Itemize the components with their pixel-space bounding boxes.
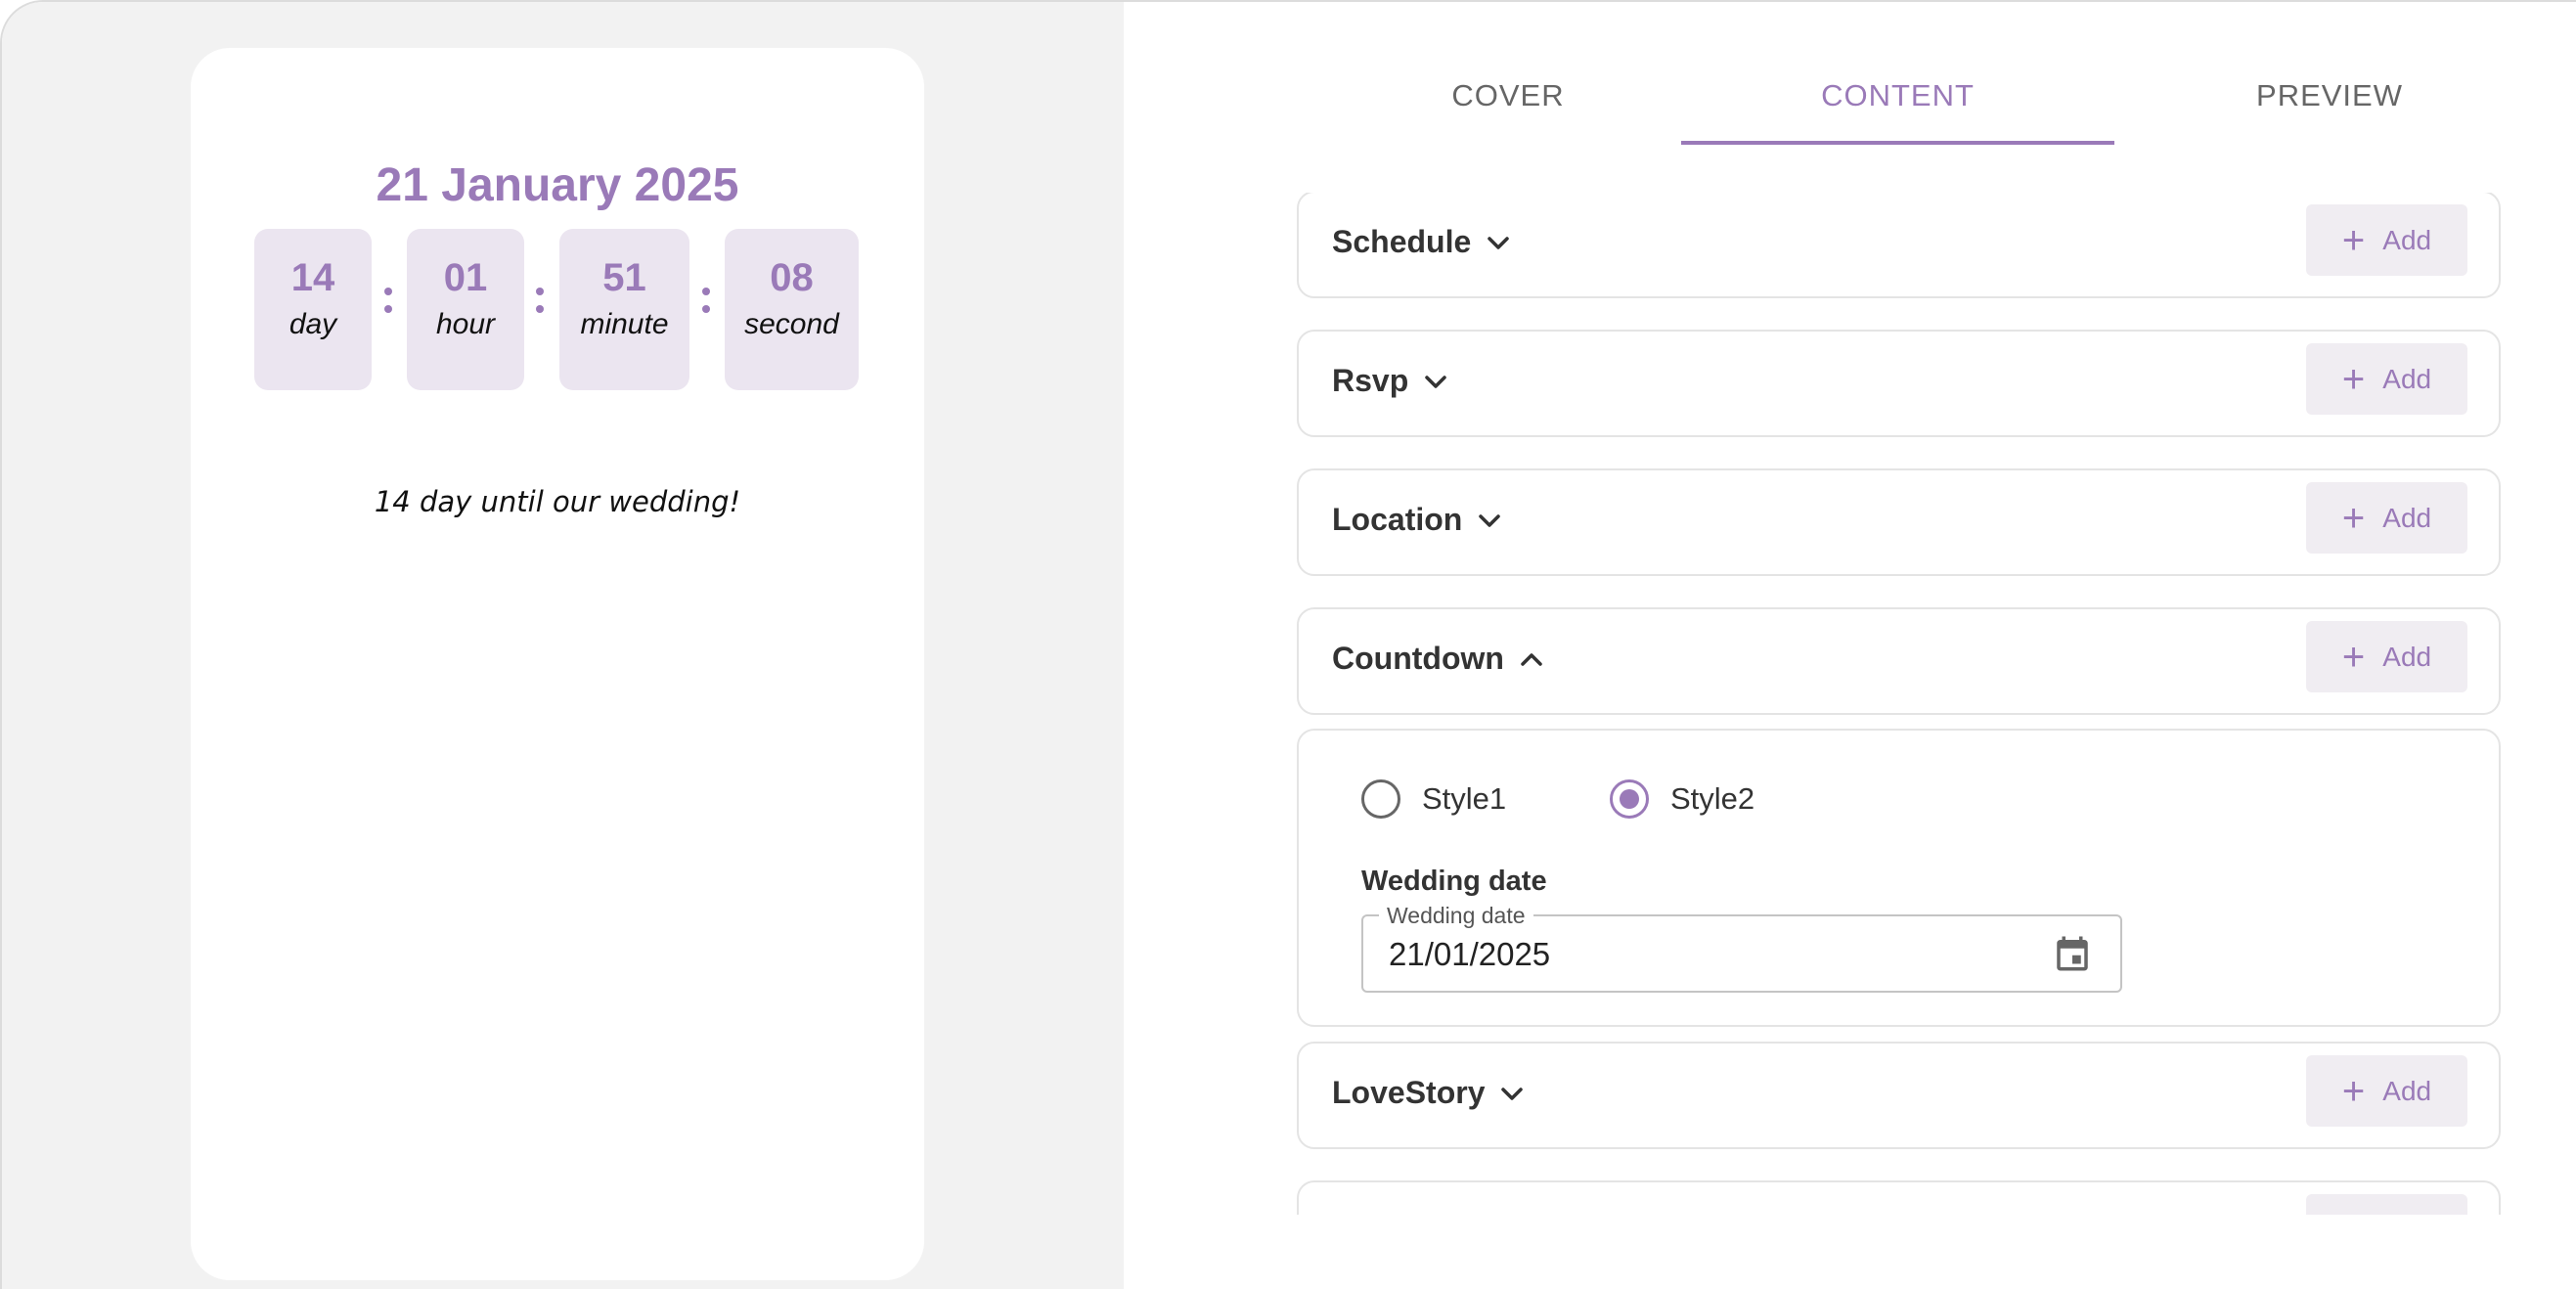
section-countdown-toggle[interactable]: Countdown [1332, 641, 1545, 677]
tab-content[interactable]: CONTENT [1681, 78, 2114, 113]
countdown-minutes-tile: 51 minute [559, 229, 689, 390]
preview-pane: 21 January 2025 14 day 01 hour 51 minute… [2, 2, 1124, 1289]
lovestory-add-button[interactable]: + Add [2306, 1055, 2467, 1127]
plus-icon: + [2341, 496, 2366, 540]
add-label: Add [2382, 363, 2432, 394]
countdown-separator [702, 288, 712, 323]
countdown-separator [536, 288, 546, 323]
countdown-separator [384, 288, 394, 323]
add-label: Add [2382, 641, 2432, 672]
chevron-up-icon [1521, 652, 1542, 666]
countdown-settings-panel: Style1 Style2 Wedding date Wedding date [1297, 729, 2501, 1027]
radio-ring [1610, 779, 1649, 819]
active-tab-indicator [1681, 141, 2114, 145]
section-next-partial [1297, 1180, 2501, 1215]
tab-cover[interactable]: COVER [1293, 78, 1723, 113]
section-lovestory-toggle[interactable]: LoveStory [1332, 1075, 1526, 1111]
chevron-down-icon [1488, 236, 1510, 249]
wedding-date-title: 21 January 2025 [376, 159, 739, 211]
style2-radio[interactable]: Style2 [1610, 779, 1754, 819]
add-label: Add [2382, 502, 2432, 533]
style1-label: Style1 [1422, 781, 1507, 816]
countdown-add-button[interactable]: + Add [2306, 621, 2467, 692]
section-rsvp-toggle[interactable]: Rsvp [1332, 363, 1449, 399]
plus-icon: + [2341, 635, 2366, 679]
chevron-down-icon [1501, 1087, 1524, 1100]
rsvp-add-button[interactable]: + Add [2306, 343, 2467, 415]
countdown-seconds-unit: second [744, 308, 839, 340]
style1-radio[interactable]: Style1 [1361, 779, 1506, 819]
section-lovestory: LoveStory + Add [1297, 1042, 2501, 1149]
chevron-down-icon [1425, 375, 1446, 388]
section-countdown-title: Countdown [1332, 641, 1504, 676]
content-sections-list[interactable]: Schedule + Add Rsvp + Add Location + Add… [1293, 193, 2506, 1215]
section-location-title: Location [1332, 502, 1463, 537]
countdown-caption: 14 day until our wedding! [374, 485, 741, 518]
section-schedule: Schedule + Add [1297, 193, 2501, 298]
invitation-preview-card: 21 January 2025 14 day 01 hour 51 minute… [191, 48, 924, 1280]
schedule-add-button[interactable]: + Add [2306, 204, 2467, 276]
countdown-seconds-tile: 08 second [725, 229, 859, 390]
radio-ring [1361, 779, 1400, 819]
app-frame: 21 January 2025 14 day 01 hour 51 minute… [0, 0, 2576, 1289]
wedding-date-input[interactable] [1389, 936, 1976, 973]
wedding-date-floating-label: Wedding date [1379, 903, 1533, 929]
add-label: Add [2382, 1075, 2432, 1106]
calendar-icon[interactable] [2052, 932, 2093, 975]
next-section-add-button[interactable] [2306, 1194, 2467, 1215]
countdown-days-tile: 14 day [254, 229, 372, 390]
wedding-date-heading: Wedding date [1361, 866, 1547, 897]
countdown-hours-unit: hour [435, 308, 496, 340]
countdown-hours-value: 01 [443, 256, 488, 299]
tab-preview[interactable]: PREVIEW [2114, 78, 2545, 113]
section-location-toggle[interactable]: Location [1332, 502, 1503, 538]
section-countdown: Countdown + Add [1297, 607, 2501, 715]
section-schedule-title: Schedule [1332, 224, 1472, 259]
editor-tabs: COVER CONTENT PREVIEW [1293, 61, 2576, 149]
style2-label: Style2 [1670, 781, 1755, 816]
countdown-minutes-unit: minute [580, 308, 669, 340]
chevron-down-icon [1479, 513, 1501, 527]
location-add-button[interactable]: + Add [2306, 482, 2467, 554]
countdown-hours-tile: 01 hour [407, 229, 524, 390]
section-location: Location + Add [1297, 468, 2501, 576]
plus-icon: + [2341, 218, 2366, 262]
section-lovestory-title: LoveStory [1332, 1075, 1486, 1110]
section-schedule-toggle[interactable]: Schedule [1332, 224, 1512, 260]
countdown-days-unit: day [289, 308, 337, 340]
plus-icon: + [2341, 1069, 2366, 1113]
wedding-date-field[interactable]: Wedding date [1361, 903, 2122, 993]
section-rsvp: Rsvp + Add [1297, 330, 2501, 437]
plus-icon: + [2341, 357, 2366, 401]
add-label: Add [2382, 224, 2432, 255]
countdown-days-value: 14 [290, 256, 335, 299]
countdown-seconds-value: 08 [770, 256, 814, 299]
countdown-minutes-value: 51 [602, 256, 646, 299]
section-rsvp-title: Rsvp [1332, 363, 1409, 398]
